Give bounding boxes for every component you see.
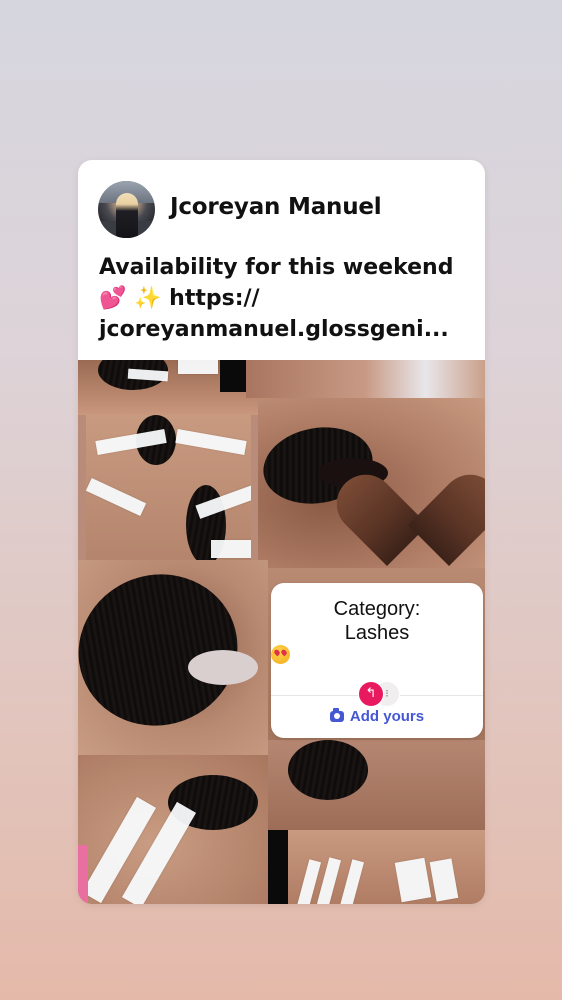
two-hearts-emoji: 💕 bbox=[99, 286, 127, 311]
post-header: Jcoreyan Manuel Availability for this we… bbox=[78, 160, 485, 360]
sticker-prompt-line-1: Category: bbox=[333, 598, 421, 620]
collage-tile bbox=[288, 830, 485, 904]
collage-tile bbox=[78, 755, 268, 904]
caption-line-2: 💕 ✨ https:// bbox=[99, 283, 471, 314]
collage-tile bbox=[78, 560, 268, 755]
tape-strip bbox=[178, 360, 218, 374]
sparkles-emoji: ✨ bbox=[134, 286, 162, 311]
lash-image bbox=[288, 740, 368, 800]
sticker-prompt-category: Lashes bbox=[344, 622, 410, 644]
heart-collage-inset bbox=[324, 462, 485, 578]
avatar-figure bbox=[116, 193, 138, 238]
camera-icon bbox=[329, 708, 344, 722]
caption-link-start[interactable]: https:// bbox=[169, 286, 259, 311]
tape-strip bbox=[211, 540, 251, 558]
add-yours-label: Add yours bbox=[349, 708, 425, 725]
author-name[interactable]: Jcoreyan Manuel bbox=[170, 194, 382, 220]
caption-line-3[interactable]: jcoreyanmanuel.glossgeni... bbox=[99, 314, 471, 345]
sticker-prompt-line-2: Lashes bbox=[271, 621, 483, 664]
collage-tile bbox=[268, 830, 288, 904]
tape-strip bbox=[394, 857, 432, 903]
sticker-prompt: Category: Lashes bbox=[271, 597, 483, 664]
heart-eyes-emoji bbox=[271, 645, 290, 664]
author-avatar[interactable] bbox=[98, 181, 155, 238]
tape-strip bbox=[429, 858, 459, 902]
reply-arrow-icon: ↰ bbox=[358, 681, 384, 707]
collage-tile bbox=[268, 740, 485, 840]
tape-strip bbox=[316, 857, 342, 904]
tape-strip bbox=[339, 859, 365, 904]
post-photo-collage: Category: Lashes ↰ ⁝ Add yours bbox=[78, 360, 485, 904]
collage-tile bbox=[86, 415, 251, 563]
collage-tile bbox=[246, 360, 485, 398]
add-yours-sticker[interactable]: Category: Lashes ↰ ⁝ Add yours bbox=[271, 583, 483, 738]
tape-strip bbox=[296, 859, 322, 904]
tape-strip bbox=[86, 477, 147, 517]
eye-closeup bbox=[188, 650, 258, 685]
story-post-card[interactable]: Jcoreyan Manuel Availability for this we… bbox=[78, 160, 485, 904]
collage-tile bbox=[220, 360, 246, 392]
collage-edge bbox=[78, 845, 88, 904]
participant-avatars[interactable]: ↰ ⁝ bbox=[358, 681, 402, 707]
post-caption: Availability for this weekend 💕 ✨ https:… bbox=[99, 252, 471, 345]
tape-strip bbox=[175, 429, 247, 455]
caption-line-1: Availability for this weekend bbox=[99, 255, 454, 280]
